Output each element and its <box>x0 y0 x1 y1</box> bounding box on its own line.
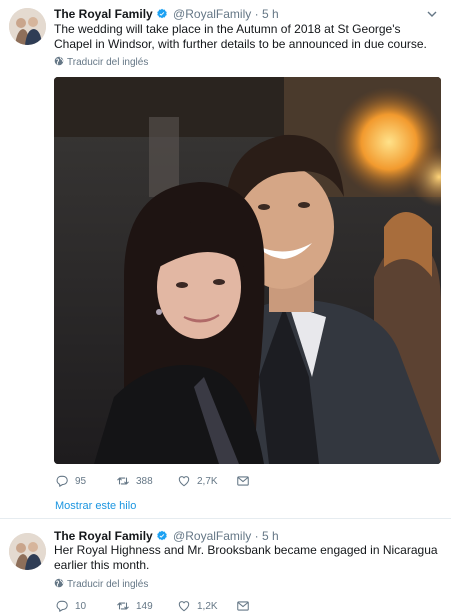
retweet-count: 388 <box>136 475 153 487</box>
timestamp[interactable]: 5 h <box>262 7 279 21</box>
retweet-button[interactable]: 388 <box>116 474 153 488</box>
author-name[interactable]: The Royal Family <box>54 529 153 543</box>
retweet-icon <box>117 602 129 610</box>
tweet-header: The Royal Family @RoyalFamily · 5 h <box>54 7 279 21</box>
author-handle[interactable]: @RoyalFamily <box>173 7 251 21</box>
timestamp[interactable]: 5 h <box>262 529 279 543</box>
translate-link[interactable]: Traducir del inglés <box>54 56 148 69</box>
direct-message-button[interactable] <box>236 599 256 613</box>
separator-dot: · <box>254 529 259 543</box>
tweet-text: The wedding will take place in the Autum… <box>54 22 427 51</box>
translate-label: Traducir del inglés <box>67 579 149 590</box>
direct-message-button[interactable] <box>236 474 256 488</box>
reply-button[interactable]: 95 <box>55 474 86 488</box>
chevron-down-icon[interactable] <box>427 9 437 19</box>
globe-icon <box>54 578 64 588</box>
tweet[interactable]: The Royal Family @RoyalFamily · 5 h Her … <box>0 519 451 616</box>
direct-message-icon <box>237 601 249 611</box>
retweet-icon <box>117 477 129 485</box>
show-thread-link[interactable]: Mostrar este hilo <box>55 500 136 512</box>
verified-badge-icon <box>156 8 167 19</box>
tweet-actions: 10 149 1,2K <box>55 599 305 615</box>
avatar[interactable] <box>9 533 46 570</box>
like-count: 1,2K <box>197 600 218 612</box>
like-button[interactable]: 1,2K <box>177 599 218 613</box>
reply-count: 95 <box>75 475 87 487</box>
translate-label: Traducir del inglés <box>67 57 149 68</box>
tweet[interactable]: The Royal Family @RoyalFamily · 5 h The … <box>0 0 451 518</box>
reply-count: 10 <box>75 600 87 612</box>
retweet-count: 149 <box>136 600 153 612</box>
like-button[interactable]: 2,7K <box>177 474 218 488</box>
avatar[interactable] <box>9 8 46 45</box>
verified-badge-icon <box>156 530 167 541</box>
tweet-photo[interactable] <box>54 77 441 464</box>
globe-icon <box>54 56 64 66</box>
translate-link[interactable]: Traducir del inglés <box>54 578 148 591</box>
reply-icon <box>56 475 68 487</box>
author-name[interactable]: The Royal Family <box>54 7 153 21</box>
tweet-header: The Royal Family @RoyalFamily · 5 h <box>54 529 279 543</box>
tweet-text: Her Royal Highness and Mr. Brooksbank be… <box>54 543 438 572</box>
retweet-button[interactable]: 149 <box>116 599 153 613</box>
direct-message-icon <box>237 476 249 486</box>
separator-dot: · <box>254 7 259 21</box>
reply-icon <box>56 600 68 612</box>
tweet-actions: 95 388 2,7K <box>55 474 305 490</box>
photo-image <box>54 77 441 464</box>
reply-button[interactable]: 10 <box>55 599 86 613</box>
like-count: 2,7K <box>197 475 218 487</box>
author-handle[interactable]: @RoyalFamily <box>173 529 251 543</box>
like-icon <box>178 601 190 612</box>
like-icon <box>178 476 190 487</box>
